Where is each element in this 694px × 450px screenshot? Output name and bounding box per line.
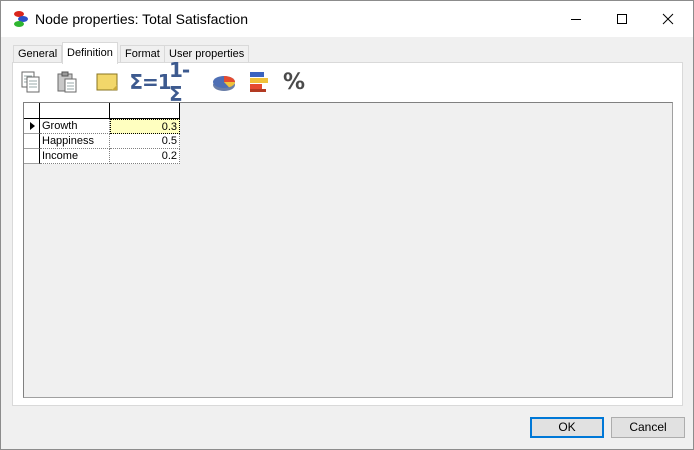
cancel-button[interactable]: Cancel <box>611 417 685 438</box>
state-name-cell: Growth <box>40 119 110 134</box>
bar-chart-icon <box>250 72 268 92</box>
window-title: Node properties: Total Satisfaction <box>35 11 248 27</box>
percent-icon: % <box>282 69 306 95</box>
grid-name-column-header <box>40 103 110 119</box>
sum-to-one-button[interactable]: Σ=1 <box>129 68 171 96</box>
state-name-cell: Happiness <box>40 134 110 149</box>
grid-corner-header <box>24 103 40 119</box>
row-header-income[interactable] <box>24 149 40 164</box>
pie-chart-icon <box>213 76 235 91</box>
toolbar-separator <box>89 69 90 93</box>
grid-value-column-header <box>110 103 180 119</box>
toolbar-separator <box>206 69 207 93</box>
complement-icon: 1-Σ <box>169 58 190 106</box>
definition-panel: Σ=1 1-Σ % Growth 0.3 Happiness 0.5 Incom… <box>12 58 683 406</box>
copy-button[interactable] <box>17 68 45 96</box>
row-header-happiness[interactable] <box>24 134 40 149</box>
note-button[interactable] <box>93 68 121 96</box>
maximize-icon <box>617 14 627 24</box>
maximize-button[interactable] <box>599 1 645 37</box>
percent-button[interactable]: % <box>280 68 308 96</box>
row-header-growth[interactable] <box>24 119 40 134</box>
close-button[interactable] <box>645 1 691 37</box>
probability-value-cell[interactable]: 0.2 <box>110 149 180 164</box>
app-icon <box>14 11 28 27</box>
tab-definition[interactable]: Definition <box>62 42 118 64</box>
tab-general[interactable]: General <box>13 45 63 63</box>
probability-value-cell[interactable]: 0.3 <box>110 119 180 134</box>
tab-format[interactable]: Format <box>120 45 165 63</box>
title-bar: Node properties: Total Satisfaction <box>1 1 693 37</box>
close-icon <box>662 13 674 25</box>
sum-to-one-icon: Σ=1 <box>129 70 171 94</box>
pie-chart-button[interactable] <box>210 68 238 96</box>
node-properties-window: Node properties: Total Satisfaction Gene… <box>0 0 694 450</box>
ok-button[interactable]: OK <box>530 417 604 438</box>
note-icon <box>96 73 118 91</box>
paste-button[interactable] <box>53 68 81 96</box>
complement-button[interactable]: 1-Σ <box>169 58 201 106</box>
probability-value-cell[interactable]: 0.5 <box>110 134 180 149</box>
paste-icon <box>57 71 77 93</box>
probability-grid: Growth 0.3 Happiness 0.5 Income 0.2 <box>23 102 673 398</box>
bar-chart-button[interactable] <box>245 68 273 96</box>
current-row-arrow-icon <box>30 122 35 130</box>
minimize-icon <box>571 19 581 20</box>
copy-icon <box>21 71 40 93</box>
minimize-button[interactable] <box>553 1 599 37</box>
state-name-cell: Income <box>40 149 110 164</box>
